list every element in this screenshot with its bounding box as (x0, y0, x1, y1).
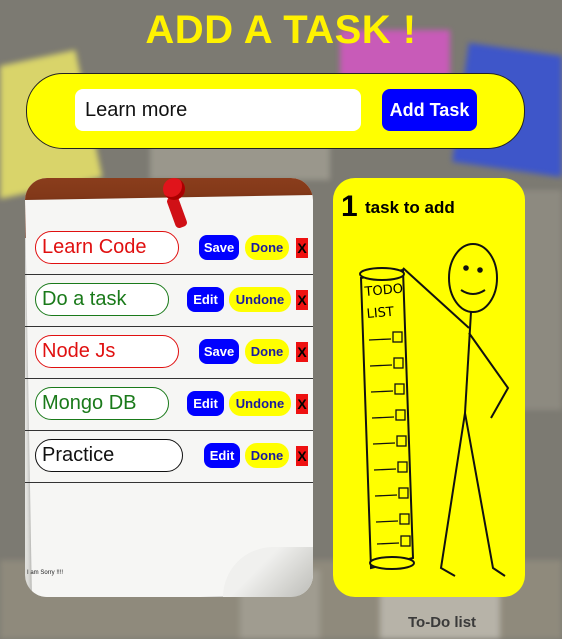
task-name-field[interactable]: Mongo DB (35, 387, 169, 420)
done-button[interactable]: Done (245, 339, 289, 364)
add-task-form: Add Task (26, 73, 525, 149)
undone-button[interactable]: Undone (229, 287, 291, 312)
svg-text:LIST: LIST (366, 305, 395, 322)
delete-icon[interactable]: X (296, 238, 308, 258)
edit-button[interactable]: Edit (187, 287, 224, 312)
page-title: ADD A TASK ! (145, 8, 417, 52)
save-button[interactable]: Save (199, 339, 239, 364)
task-count-label: task to add (365, 198, 455, 217)
task-name-field[interactable]: Node Js (35, 335, 179, 368)
task-row: Do a task Edit Undone X (25, 275, 313, 327)
pushpin-icon (163, 178, 185, 200)
task-name-field[interactable]: Practice (35, 439, 183, 472)
delete-icon[interactable]: X (296, 290, 308, 310)
task-row: Learn Code Save Done X (25, 223, 313, 275)
task-row: Node Js Save Done X (25, 327, 313, 379)
undone-button[interactable]: Undone (229, 391, 291, 416)
task-list-card: Learn Code Save Done X Do a task Edit Undone X N… (25, 178, 313, 597)
card-footer-text: I am Sorry !!!! (27, 570, 64, 576)
stickman-todo-illustration: TODO LIST (359, 243, 510, 577)
delete-icon[interactable]: X (296, 394, 308, 414)
edit-button[interactable]: Edit (187, 391, 224, 416)
task-row: Practice Edit Done X (25, 431, 313, 483)
edit-button[interactable]: Edit (204, 443, 240, 468)
add-task-button[interactable]: Add Task (382, 89, 477, 131)
background-caption: To-Do list (408, 614, 477, 631)
delete-icon[interactable]: X (296, 342, 308, 362)
task-counter-card: 1 task to add TODO LIST (333, 178, 525, 597)
delete-icon[interactable]: X (296, 446, 308, 466)
task-name-field[interactable]: Learn Code (35, 231, 179, 264)
save-button[interactable]: Save (199, 235, 239, 260)
done-button[interactable]: Done (245, 235, 289, 260)
task-row: Mongo DB Edit Undone X (25, 379, 313, 431)
done-button[interactable]: Done (245, 443, 289, 468)
task-input[interactable] (75, 89, 361, 131)
task-name-field[interactable]: Do a task (35, 283, 169, 316)
task-count: 1 (341, 190, 358, 223)
